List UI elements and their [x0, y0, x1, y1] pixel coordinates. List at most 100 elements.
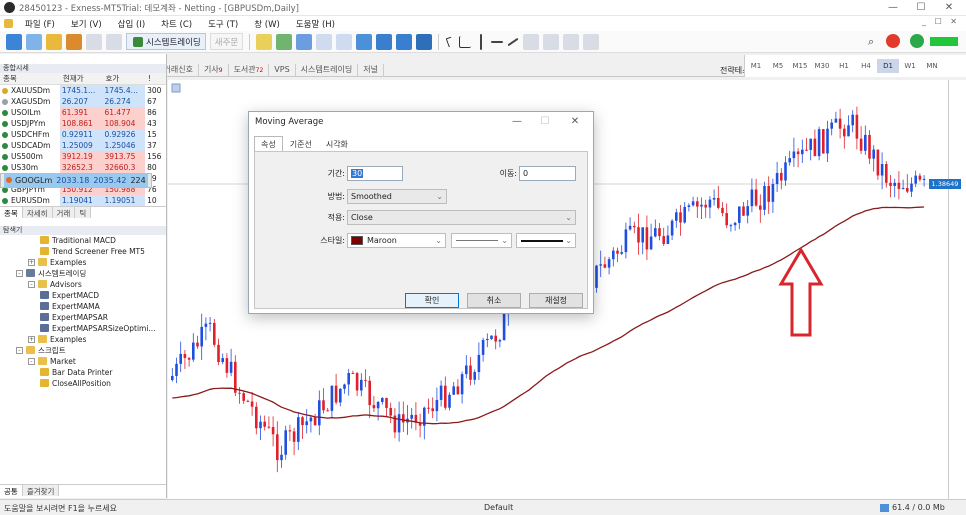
- grid-icon[interactable]: [356, 33, 373, 50]
- algo-trading-button[interactable]: 시스템트레이딩: [126, 33, 206, 50]
- market-watch-row[interactable]: USDJPYm 108.861 108.904 43: [0, 117, 166, 129]
- expand-icon[interactable]: +: [28, 258, 35, 266]
- timeframe-m5[interactable]: M5: [767, 59, 789, 73]
- toolbox-icon[interactable]: [106, 33, 122, 50]
- navigator-item[interactable]: + Examples: [0, 257, 166, 268]
- collapse-icon[interactable]: -: [16, 269, 23, 277]
- equidistant-channel-icon[interactable]: [523, 33, 540, 50]
- tab-tool[interactable]: 저널: [358, 64, 384, 76]
- apply-to-select[interactable]: Close ⌄: [347, 210, 576, 225]
- search-icon[interactable]: ⌕: [868, 35, 874, 49]
- dialog-close-button[interactable]: ✕: [562, 112, 588, 132]
- tab-tool[interactable]: 기사9: [199, 64, 229, 76]
- market-watch-row[interactable]: GOOGLm 2033.18 2035.42 224: [0, 172, 152, 188]
- timeframe-d1[interactable]: D1: [877, 59, 899, 73]
- timeframe-m1[interactable]: M1: [745, 59, 767, 73]
- cursor-icon[interactable]: [445, 35, 455, 48]
- market-watch-tab[interactable]: 틱: [75, 206, 92, 218]
- menu-file[interactable]: 파일 (F): [17, 18, 63, 30]
- reset-button[interactable]: 재설정: [529, 293, 583, 308]
- col-spread[interactable]: !: [145, 73, 166, 85]
- navigator-item[interactable]: ExpertMAMA: [0, 301, 166, 312]
- timeframe-h1[interactable]: H1: [833, 59, 855, 73]
- notifications-icon[interactable]: [886, 34, 900, 48]
- market-watch-row[interactable]: USOILm 61.391 61.477 86: [0, 106, 166, 118]
- col-symbol[interactable]: 종목: [0, 73, 60, 85]
- new-order-button[interactable]: 새주문: [209, 33, 244, 50]
- timeframe-w1[interactable]: W1: [899, 59, 921, 73]
- collapse-icon[interactable]: -: [28, 280, 35, 288]
- market-watch-tab[interactable]: 종목: [0, 206, 23, 218]
- maximize-button[interactable]: ☐: [906, 0, 936, 16]
- data-window-icon[interactable]: [86, 33, 102, 50]
- horizontal-line-icon[interactable]: [491, 40, 504, 43]
- chart-menu-icon[interactable]: [171, 83, 181, 93]
- tab-tool[interactable]: 도서관72: [229, 64, 270, 76]
- market-watch-row[interactable]: XAUUSDm 1745.1... 1745.4... 300: [0, 84, 166, 96]
- account-icon[interactable]: [910, 34, 924, 48]
- market-watch-icon[interactable]: [46, 33, 62, 50]
- navigator-tab[interactable]: 공통: [0, 485, 23, 496]
- bar-chart-icon[interactable]: [256, 33, 273, 50]
- shift-input[interactable]: 0: [519, 166, 576, 181]
- navigator-icon[interactable]: [66, 33, 82, 50]
- navigator-item[interactable]: Traditional MACD: [0, 235, 166, 246]
- zoom-out-icon[interactable]: [336, 33, 353, 50]
- crosshair-icon[interactable]: [459, 35, 472, 48]
- timeframe-mn[interactable]: MN: [921, 59, 943, 73]
- navigator-item[interactable]: - Market: [0, 356, 166, 367]
- market-watch-tab[interactable]: 자세히: [22, 206, 53, 218]
- menu-charts[interactable]: 차트 (C): [153, 18, 200, 30]
- navigator-item[interactable]: - 스크립트: [0, 345, 166, 356]
- line-chart-icon[interactable]: [296, 33, 313, 50]
- market-watch-row[interactable]: USDCHFm 0.92911 0.92926 15: [0, 128, 166, 140]
- collapse-icon[interactable]: -: [28, 357, 35, 365]
- market-watch-tab[interactable]: 거래: [52, 206, 76, 218]
- period-input[interactable]: 30: [347, 166, 403, 181]
- dialog-minimize-button[interactable]: —: [504, 112, 530, 132]
- market-watch-row[interactable]: EURUSDm 1.19041 1.19051 10: [0, 194, 166, 206]
- ok-button[interactable]: 확인: [405, 293, 459, 308]
- menu-insert[interactable]: 삽입 (I): [110, 18, 153, 30]
- navigator-item[interactable]: CloseAllPosition: [0, 378, 166, 389]
- trendline-icon[interactable]: [507, 37, 519, 46]
- navigator-item[interactable]: + Examples: [0, 334, 166, 345]
- indicators-icon[interactable]: [416, 33, 433, 50]
- zoom-in-icon[interactable]: [316, 33, 333, 50]
- market-watch-row[interactable]: USDCADm 1.25009 1.25046 37: [0, 139, 166, 151]
- navigator-item[interactable]: ExpertMACD: [0, 290, 166, 301]
- fibonacci-icon[interactable]: [543, 33, 560, 50]
- auto-scroll-icon[interactable]: [376, 33, 393, 50]
- navigator-item[interactable]: - 시스템트레이딩: [0, 268, 166, 279]
- navigator-item[interactable]: Trend Screener Free MT5: [0, 246, 166, 257]
- vertical-line-icon[interactable]: [480, 33, 483, 50]
- new-chart-icon[interactable]: [6, 33, 22, 50]
- shapes-icon[interactable]: [583, 33, 600, 50]
- navigator-item[interactable]: ExpertMAPSARSizeOptimi...: [0, 323, 166, 334]
- menu-view[interactable]: 보기 (V): [63, 18, 110, 30]
- col-ask[interactable]: 호가: [102, 73, 146, 85]
- candlestick-icon[interactable]: [276, 33, 293, 50]
- menu-help[interactable]: 도움말 (H): [288, 18, 343, 30]
- timeframe-m30[interactable]: M30: [811, 59, 833, 73]
- line-width-select[interactable]: ⌄: [516, 233, 576, 248]
- expand-icon[interactable]: +: [28, 335, 35, 343]
- line-style-select[interactable]: ⌄: [451, 233, 512, 248]
- menu-window[interactable]: 창 (W): [246, 18, 288, 30]
- method-select[interactable]: Smoothed ⌄: [347, 189, 447, 204]
- market-watch-row[interactable]: US30m 32652.3 32660.3 80: [0, 161, 166, 173]
- navigator-item[interactable]: - Advisors: [0, 279, 166, 290]
- close-button[interactable]: ✕: [934, 0, 964, 16]
- text-icon[interactable]: [563, 33, 580, 50]
- navigator-item[interactable]: ExpertMAPSAR: [0, 312, 166, 323]
- collapse-icon[interactable]: -: [16, 346, 23, 354]
- navigator-tab[interactable]: 즐겨찾기: [22, 485, 60, 496]
- cancel-button[interactable]: 취소: [467, 293, 521, 308]
- minimize-button[interactable]: —: [878, 0, 908, 16]
- profiles-icon[interactable]: [26, 33, 42, 50]
- chart-shift-icon[interactable]: [396, 33, 413, 50]
- market-watch-row[interactable]: US500m 3912.19 3913.75 156: [0, 150, 166, 162]
- col-bid[interactable]: 현재가: [59, 73, 103, 85]
- menu-tools[interactable]: 도구 (T): [200, 18, 246, 30]
- tab-tool[interactable]: VPS: [269, 64, 296, 76]
